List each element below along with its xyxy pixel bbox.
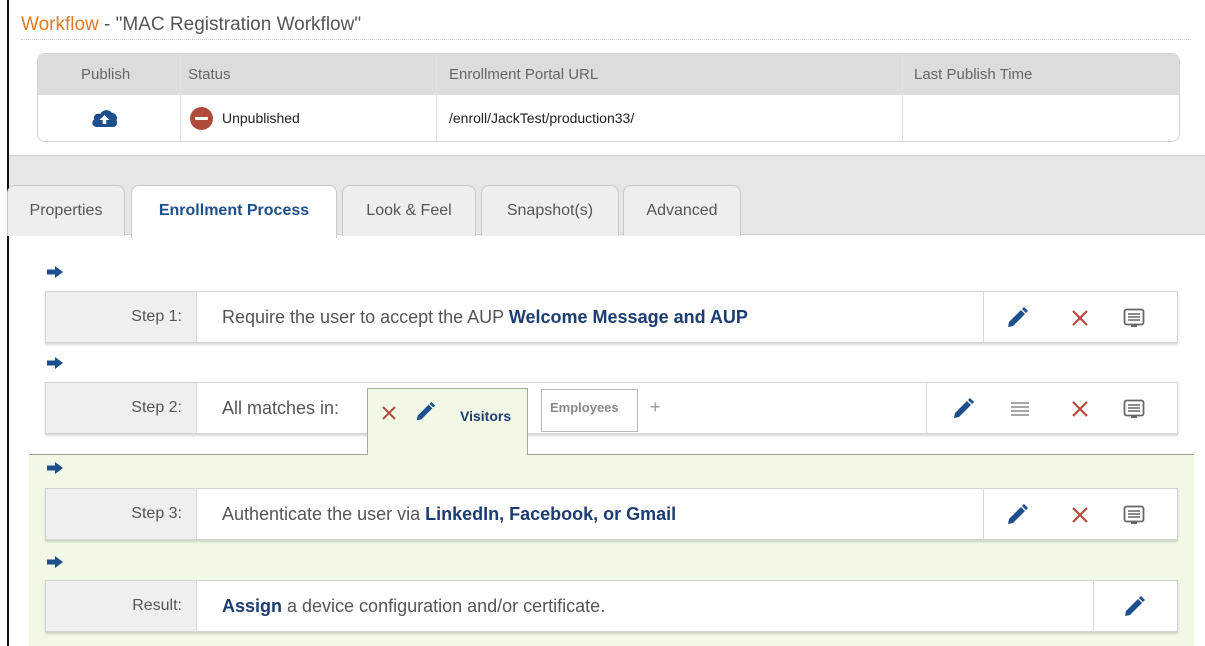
step-label: Step 3: <box>46 489 197 539</box>
minus-circle-icon <box>190 107 213 130</box>
close-icon[interactable] <box>1068 503 1092 527</box>
step-actions <box>1093 581 1179 631</box>
note-icon[interactable] <box>1122 306 1146 330</box>
tab-bar: Properties Enrollment Process Look & Fee… <box>7 155 1205 238</box>
cloud-upload-icon[interactable] <box>91 108 118 128</box>
header-last-publish-time: Last Publish Time <box>914 66 1033 83</box>
add-rule-button[interactable]: + <box>650 397 661 418</box>
step-actions <box>983 292 1179 342</box>
step-actions <box>926 383 1179 433</box>
tab-advanced[interactable]: Advanced <box>623 185 741 236</box>
step-link[interactable]: LinkedIn, Facebook, or Gmail <box>425 504 676 524</box>
column-divider <box>436 54 437 141</box>
tab-look-and-feel[interactable]: Look & Feel <box>342 185 476 236</box>
status-text: Unpublished <box>222 110 300 126</box>
tab-enrollment-process[interactable]: Enrollment Process <box>131 185 337 238</box>
step-label: Step 1: <box>46 292 197 342</box>
step-text: Require the user to accept the AUP <box>222 307 509 327</box>
publish-table: Publish Status Enrollment Portal URL Las… <box>37 53 1180 142</box>
title-prefix: Workflow <box>21 14 99 35</box>
tab-properties[interactable]: Properties <box>7 185 125 236</box>
result-row: Result: Assign a device configuration an… <box>45 580 1178 632</box>
arrow-right-icon <box>47 357 63 369</box>
rule-tab-employees[interactable]: Employees <box>541 389 638 432</box>
title-divider <box>21 39 1191 40</box>
enrollment-url[interactable]: /enroll/JackTest/production33/ <box>449 95 634 141</box>
pencil-icon[interactable] <box>1005 306 1029 330</box>
step-text: a device configuration and/or certificat… <box>282 596 606 616</box>
column-divider <box>180 54 181 141</box>
step-link[interactable]: Assign <box>222 596 282 616</box>
step-link[interactable]: Welcome Message and AUP <box>509 307 748 327</box>
reorder-icon[interactable] <box>1008 397 1032 421</box>
step-row-1: Step 1: Require the user to accept the A… <box>45 291 1178 343</box>
arrow-right-icon <box>47 266 63 278</box>
step-actions <box>983 489 1179 539</box>
rule-tab-visitors[interactable]: Visitors <box>367 388 528 455</box>
step-description: Authenticate the user via LinkedIn, Face… <box>222 489 676 539</box>
note-icon[interactable] <box>1122 397 1146 421</box>
title-separator: - <box>98 14 116 35</box>
close-icon[interactable] <box>380 404 398 422</box>
close-icon[interactable] <box>1068 306 1092 330</box>
arrow-right-icon <box>47 556 63 568</box>
step-row-3: Step 3: Authenticate the user via Linked… <box>45 488 1178 540</box>
arrow-right-icon <box>47 462 63 474</box>
header-status: Status <box>188 66 231 83</box>
step-text: All matches in: <box>222 398 340 418</box>
column-divider <box>902 54 903 141</box>
step-text: Authenticate the user via <box>222 504 426 524</box>
pencil-icon[interactable] <box>414 401 436 423</box>
workflow-panel: Workflow - "MAC Registration Workflow" P… <box>7 0 1205 646</box>
close-icon[interactable] <box>1068 397 1092 421</box>
rule-tab-label: Visitors <box>460 408 512 424</box>
step-label: Step 2: <box>46 383 197 433</box>
pencil-icon[interactable] <box>951 397 975 421</box>
note-icon[interactable] <box>1122 503 1146 527</box>
title-name: "MAC Registration Workflow" <box>115 14 362 35</box>
header-enrollment-url: Enrollment Portal URL <box>449 66 599 83</box>
step-label: Result: <box>46 581 197 631</box>
step-description: Assign a device configuration and/or cer… <box>222 581 605 631</box>
pencil-icon[interactable] <box>1005 503 1029 527</box>
header-publish: Publish <box>81 66 131 83</box>
tab-snapshots[interactable]: Snapshot(s) <box>481 185 619 236</box>
pencil-icon[interactable] <box>1122 595 1146 619</box>
page-title: Workflow - "MAC Registration Workflow" <box>21 14 361 36</box>
step-description: Require the user to accept the AUP Welco… <box>222 292 748 342</box>
